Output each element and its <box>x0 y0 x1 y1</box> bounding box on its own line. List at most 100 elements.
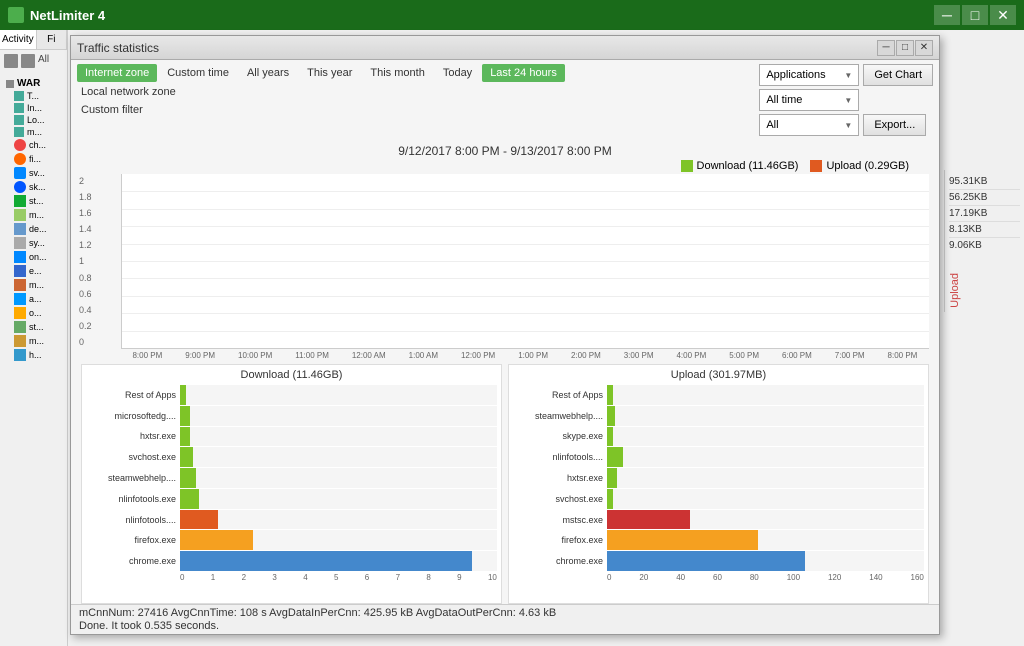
sidebar-item-h[interactable]: h... <box>10 348 65 362</box>
right-value-5: 9.06KB <box>949 238 1020 253</box>
upload-app-bars: Rest of Appssteamwebhelp....skype.exenli… <box>513 385 924 571</box>
y-label-14: 1.4 <box>79 224 92 234</box>
dl-app-bar-fill-0 <box>180 385 186 405</box>
close-button[interactable]: ✕ <box>990 5 1016 25</box>
sidebar-item-de[interactable]: de... <box>10 222 65 236</box>
ul-app-name-6: mstsc.exe <box>513 515 603 525</box>
sidebar-item-m2[interactable]: m... <box>10 208 65 222</box>
h-icon <box>14 349 26 361</box>
dl-app-bar-bg-4 <box>180 468 497 488</box>
ul-app-bar-bg-3 <box>607 447 924 467</box>
status-bar: mCnnNum: 27416 AvgCnnTime: 108 s AvgData… <box>71 604 939 634</box>
skype-icon <box>14 181 26 193</box>
sidebar-item-m4[interactable]: m... <box>10 334 65 348</box>
right-value-3: 17.19KB <box>949 206 1020 222</box>
ul-app-bar-bg-4 <box>607 468 924 488</box>
y-label-18: 1.8 <box>79 192 92 202</box>
upload-side-label: Upload <box>949 273 961 308</box>
sidebar-item-skype[interactable]: sk... <box>10 180 65 194</box>
tab-all-years[interactable]: All years <box>239 64 297 82</box>
maximize-button[interactable]: □ <box>962 5 988 25</box>
tab-internet-zone[interactable]: Internet zone <box>77 64 157 82</box>
sidebar-item-svchost[interactable]: sv... <box>10 166 65 180</box>
sidebar-item-e[interactable]: e... <box>10 264 65 278</box>
dl-x-3: 3 <box>272 573 276 582</box>
dl-app-name-8: chrome.exe <box>86 556 176 566</box>
sidebar-item-m3[interactable]: m... <box>10 278 65 292</box>
sidebar-item-o[interactable]: o... <box>10 306 65 320</box>
ul-app-bar-fill-5 <box>607 489 613 509</box>
tab-this-month[interactable]: This month <box>362 64 432 82</box>
sidebar-item-st2[interactable]: st... <box>10 320 65 334</box>
ul-x-0: 0 <box>607 573 611 582</box>
sidebar-item-chrome[interactable]: ch... <box>10 138 65 152</box>
ul-app-name-3: nlinfotools.... <box>513 452 603 462</box>
dl-app-bar-bg-0 <box>180 385 497 405</box>
applications-dropdown[interactable]: Applications ▼ <box>759 64 859 86</box>
right-value-2: 56.25KB <box>949 190 1020 206</box>
sidebar-tab-activity[interactable]: Activity <box>0 30 37 49</box>
right-value-4: 8.13KB <box>949 222 1020 238</box>
grid-icon <box>4 54 18 68</box>
all-dropdown[interactable]: All ▼ <box>759 114 859 136</box>
dl-x-9: 9 <box>457 573 461 582</box>
x-label-1am: 1:00 AM <box>409 351 438 360</box>
upload-mini-chart: Upload (301.97MB) Rest of Appssteamwebhe… <box>508 364 929 604</box>
x-label-12pm: 12:00 PM <box>461 351 495 360</box>
tab-this-year[interactable]: This year <box>299 64 360 82</box>
y-label-06: 0.6 <box>79 289 92 299</box>
right-value-1: 95.31KB <box>949 174 1020 190</box>
status-line-1: mCnnNum: 27416 AvgCnnTime: 108 s AvgData… <box>79 607 931 619</box>
sidebar-item-m[interactable]: m... <box>10 126 65 138</box>
sidebar-item-lo[interactable]: Lo... <box>10 114 65 126</box>
sidebar-tab-fi[interactable]: Fi <box>37 30 67 49</box>
sidebar-item-in[interactable]: In... <box>10 102 65 114</box>
expand-icon <box>6 80 14 88</box>
minimize-button[interactable]: ─ <box>934 5 960 25</box>
steam-icon <box>14 195 26 207</box>
ul-x-100: 100 <box>787 573 800 582</box>
dl-app-row-7: firefox.exe <box>86 530 497 550</box>
y-label-08: 0.8 <box>79 273 92 283</box>
upload-legend-label: Upload (0.29GB) <box>826 160 909 172</box>
sidebar-item-sy[interactable]: sy... <box>10 236 65 250</box>
dl-x-1: 1 <box>211 573 215 582</box>
ul-app-row-8: chrome.exe <box>513 551 924 571</box>
y-label-04: 0.4 <box>79 305 92 315</box>
sidebar-item-a[interactable]: a... <box>10 292 65 306</box>
local-network-zone-label[interactable]: Local network zone <box>77 84 565 100</box>
dl-app-bar-fill-7 <box>180 530 253 550</box>
sidebar-item-firefox[interactable]: fi... <box>10 152 65 166</box>
sidebar-item-war[interactable]: WAR <box>2 77 65 90</box>
ul-app-row-0: Rest of Apps <box>513 385 924 405</box>
ul-app-bar-fill-0 <box>607 385 613 405</box>
ul-x-140: 140 <box>869 573 882 582</box>
dl-app-bar-bg-7 <box>180 530 497 550</box>
dl-app-row-1: microsoftedg.... <box>86 406 497 426</box>
dl-app-name-1: microsoftedg.... <box>86 411 176 421</box>
export-button[interactable]: Export... <box>863 114 926 136</box>
dl-x-5: 5 <box>334 573 338 582</box>
ul-app-bar-fill-3 <box>607 447 623 467</box>
ul-app-bar-fill-2 <box>607 427 613 447</box>
custom-filter-label[interactable]: Custom filter <box>77 102 565 118</box>
x-label-7pm: 7:00 PM <box>835 351 865 360</box>
sidebar-item-on[interactable]: on... <box>10 250 65 264</box>
ul-app-bar-bg-1 <box>607 406 924 426</box>
dialog-close-button[interactable]: ✕ <box>915 40 933 56</box>
sidebar-item-t[interactable]: T... <box>10 90 65 102</box>
dialog-restore-button[interactable]: □ <box>896 40 914 56</box>
dialog-minimize-button[interactable]: ─ <box>877 40 895 56</box>
dl-app-bar-bg-2 <box>180 427 497 447</box>
tab-last-24-hours[interactable]: Last 24 hours <box>482 64 565 82</box>
sidebar-item-st[interactable]: st... <box>10 194 65 208</box>
y-label-02: 0.2 <box>79 321 92 331</box>
get-chart-button[interactable]: Get Chart <box>863 64 933 86</box>
ul-app-name-5: svchost.exe <box>513 494 603 504</box>
download-chart-title: Download (11.46GB) <box>86 369 497 381</box>
tab-custom-time[interactable]: Custom time <box>159 64 237 82</box>
tab-today[interactable]: Today <box>435 64 480 82</box>
all-time-dropdown[interactable]: All time ▼ <box>759 89 859 111</box>
download-legend-label: Download (11.46GB) <box>697 160 799 172</box>
ul-x-20: 20 <box>639 573 648 582</box>
